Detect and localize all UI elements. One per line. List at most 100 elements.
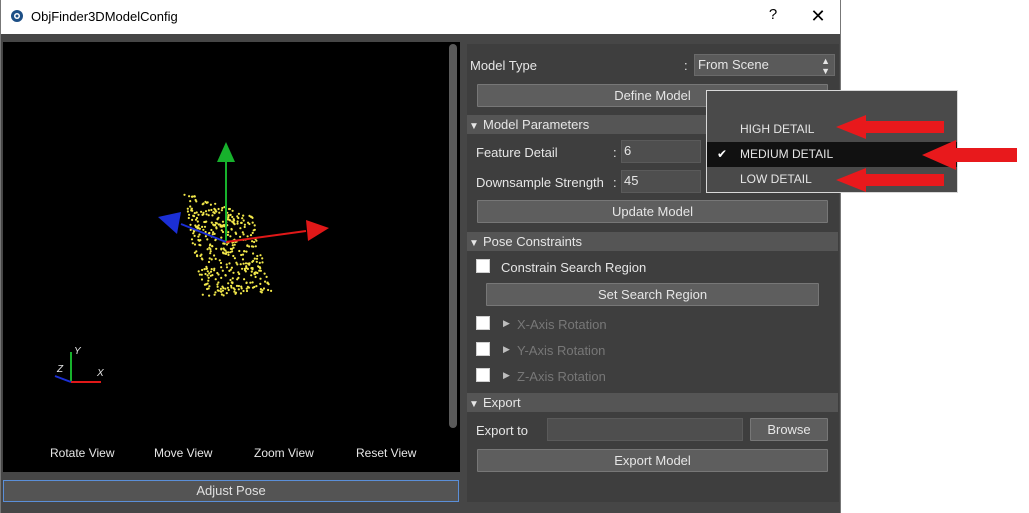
- point-cloud-point: [197, 213, 200, 216]
- point-cloud-point: [228, 218, 231, 221]
- expand-triangle-icon[interactable]: ▶: [503, 318, 510, 329]
- point-cloud-point: [199, 254, 202, 257]
- point-cloud-point: [270, 289, 273, 292]
- point-cloud-point: [251, 267, 254, 270]
- point-cloud-point: [213, 207, 216, 210]
- point-cloud-point: [228, 262, 231, 265]
- point-cloud-point: [245, 281, 248, 285]
- downsample-strength-field[interactable]: 45: [621, 170, 701, 193]
- browse-button[interactable]: Browse: [750, 418, 828, 441]
- point-cloud-point: [239, 227, 242, 230]
- point-cloud-point: [206, 201, 209, 204]
- point-cloud-point: [220, 209, 223, 212]
- point-cloud-point: [206, 270, 209, 273]
- move-view-button[interactable]: Move View: [154, 446, 212, 460]
- point-cloud-point: [219, 261, 223, 265]
- point-cloud-point: [208, 272, 211, 275]
- point-cloud-point: [245, 287, 248, 290]
- point-cloud-point: [243, 225, 246, 229]
- point-cloud-point: [236, 222, 239, 225]
- adjust-pose-button[interactable]: Adjust Pose: [3, 480, 459, 502]
- downsample-strength-value: 45: [624, 173, 639, 188]
- z-axis-rotation-checkbox[interactable]: [476, 368, 490, 382]
- export-header[interactable]: ▼ Export: [467, 393, 838, 412]
- point-cloud-point: [210, 258, 213, 261]
- export-path-field[interactable]: [547, 418, 743, 441]
- expand-triangle-icon[interactable]: ▶: [503, 344, 510, 355]
- point-cloud-point: [191, 242, 194, 245]
- point-cloud-point: [214, 291, 217, 294]
- point-cloud-point: [229, 213, 232, 216]
- point-cloud-point: [259, 254, 262, 257]
- point-cloud-point: [253, 224, 256, 227]
- point-cloud-point: [193, 212, 196, 215]
- export-model-button[interactable]: Export Model: [477, 449, 828, 472]
- z-axis-line: [180, 223, 227, 243]
- point-cloud-point: [242, 289, 245, 293]
- point-cloud-point: [251, 231, 254, 234]
- viewport-scrollbar[interactable]: [449, 44, 457, 428]
- zoom-view-button[interactable]: Zoom View: [254, 446, 314, 460]
- y-axis-rotation-label: Y-Axis Rotation: [517, 343, 606, 358]
- feature-detail-value: 6: [624, 143, 632, 158]
- point-cloud-point: [255, 257, 259, 260]
- point-cloud-point: [251, 281, 254, 284]
- constrain-search-region-checkbox[interactable]: [476, 259, 490, 273]
- point-cloud-point: [231, 220, 234, 223]
- point-cloud-point: [223, 242, 226, 245]
- point-cloud-point: [254, 245, 257, 248]
- point-cloud-point: [224, 274, 227, 277]
- point-cloud-point: [189, 223, 192, 226]
- point-cloud-point: [246, 235, 249, 238]
- rotate-view-button[interactable]: Rotate View: [50, 446, 114, 460]
- point-cloud-point: [231, 250, 234, 253]
- reset-view-button[interactable]: Reset View: [356, 446, 416, 460]
- update-model-button[interactable]: Update Model: [477, 200, 828, 223]
- point-cloud-point: [206, 282, 209, 285]
- collapse-triangle-icon: ▼: [469, 121, 479, 132]
- point-cloud-point: [263, 272, 266, 275]
- 3d-viewport[interactable]: Y Z X Rotate View Move View Zoom View Re…: [3, 42, 460, 472]
- y-axis-rotation-checkbox[interactable]: [476, 342, 490, 356]
- point-cloud-point: [227, 216, 230, 219]
- help-button[interactable]: ?: [763, 6, 783, 26]
- gizmo-z-axis: [54, 375, 72, 383]
- dropdown-option-medium-detail[interactable]: ✔ MEDIUM DETAIL: [707, 142, 957, 167]
- point-cloud-point: [204, 235, 207, 238]
- expand-triangle-icon[interactable]: ▶: [503, 370, 510, 381]
- point-cloud-point: [243, 223, 246, 226]
- point-cloud-point: [208, 246, 211, 249]
- point-cloud-point: [201, 268, 204, 272]
- point-cloud-point: [208, 294, 211, 297]
- point-cloud-point: [232, 246, 235, 249]
- point-cloud-point: [232, 218, 235, 221]
- feature-detail-colon: :: [613, 145, 617, 160]
- point-cloud-point: [259, 269, 262, 272]
- downsample-colon: :: [613, 175, 617, 190]
- close-button[interactable]: ✕: [807, 6, 829, 28]
- point-cloud-point: [214, 209, 217, 212]
- point-cloud-point: [232, 271, 235, 274]
- title-bar: ObjFinder3DModelConfig ? ✕: [1, 0, 840, 34]
- model-type-select[interactable]: From Scene ▲ ▼: [694, 54, 835, 76]
- pose-constraints-header[interactable]: ▼ Pose Constraints: [467, 232, 838, 251]
- point-cloud-point: [253, 257, 256, 260]
- point-cloud-point: [262, 287, 266, 290]
- point-cloud-point: [240, 287, 243, 290]
- feature-detail-field[interactable]: 6: [621, 140, 701, 163]
- point-cloud-point: [189, 205, 192, 208]
- point-cloud-point: [240, 253, 243, 257]
- select-updown-icon: ▲ ▼: [821, 56, 830, 76]
- set-search-region-button[interactable]: Set Search Region: [486, 283, 819, 306]
- point-cloud-point: [244, 262, 248, 265]
- point-cloud-point: [207, 214, 210, 217]
- point-cloud-point: [193, 195, 196, 198]
- x-axis-rotation-checkbox[interactable]: [476, 316, 490, 330]
- point-cloud-point: [237, 271, 240, 274]
- point-cloud-point: [225, 251, 228, 254]
- point-cloud-point: [237, 212, 240, 215]
- point-cloud-point: [259, 267, 262, 270]
- point-cloud-point: [210, 228, 213, 232]
- point-cloud-point: [230, 266, 233, 269]
- point-cloud-point: [206, 238, 209, 241]
